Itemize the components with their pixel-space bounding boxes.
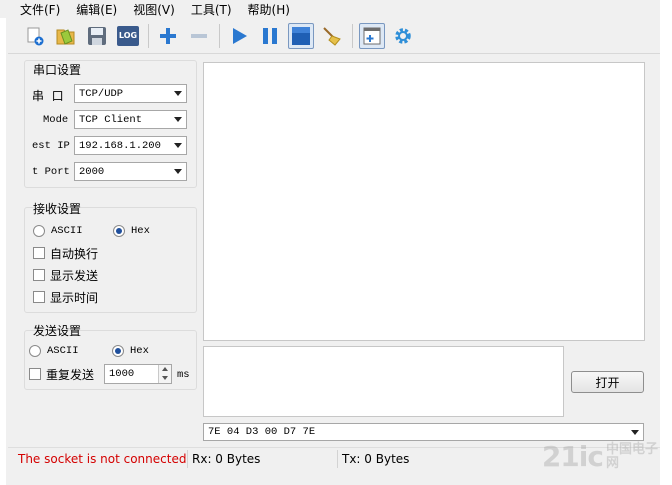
rx-count: Rx: 0 Bytes: [192, 451, 261, 466]
toolbar-separator: [148, 23, 149, 48]
stepper-buttons[interactable]: [158, 365, 171, 383]
ip-label: est IP: [32, 140, 70, 152]
add-icon: [158, 26, 178, 46]
remove-icon: [189, 26, 209, 46]
menu-bar: 文件(F) 编辑(E) 视图(V) 工具(T) 帮助(H): [0, 0, 660, 18]
auto-wrap-checkbox[interactable]: [33, 247, 45, 259]
connection-status-text: The socket is not connected: [18, 451, 187, 466]
log-label: LOG: [118, 31, 138, 40]
add-button[interactable]: [155, 23, 181, 49]
stop-icon: [291, 26, 311, 46]
save-icon: [86, 25, 108, 47]
toolbar: LOG: [8, 18, 660, 54]
interval-value: 1000: [109, 368, 135, 380]
interval-stepper[interactable]: 1000: [104, 364, 172, 384]
show-time-checkbox[interactable]: [33, 291, 45, 303]
ip-select[interactable]: 192.168.1.200: [74, 136, 187, 155]
show-time-label: 显示时间: [50, 291, 99, 305]
pause-button[interactable]: [257, 23, 283, 49]
menu-tools[interactable]: 工具(T): [191, 1, 232, 18]
send-textarea[interactable]: [203, 346, 564, 417]
interval-unit: ms: [177, 369, 190, 381]
background-edge-right: [660, 0, 672, 485]
chevron-down-icon: [174, 117, 182, 122]
ip-value: 192.168.1.200: [79, 139, 161, 152]
open-button[interactable]: 打开: [571, 371, 644, 393]
send-data-select[interactable]: 7E 04 D3 00 D7 7E: [203, 423, 644, 441]
auto-wrap-label: 自动换行: [50, 247, 99, 261]
open-button-label: 打开: [595, 375, 620, 390]
chevron-down-icon: [162, 376, 168, 380]
open-folder-icon: [55, 25, 77, 47]
chevron-up-icon: [162, 367, 168, 371]
status-connection: The socket is not connected: [8, 449, 188, 468]
clear-broom-icon: [321, 25, 343, 47]
pause-icon: [260, 26, 280, 46]
log-button[interactable]: LOG: [115, 23, 141, 49]
receive-ascii-radio[interactable]: [33, 225, 45, 237]
tport-value: 2000: [79, 165, 105, 178]
watermark-text: 21ic: [541, 440, 604, 473]
open-button[interactable]: [53, 23, 79, 49]
play-button[interactable]: [226, 23, 252, 49]
port-select[interactable]: TCP/UDP: [74, 84, 187, 103]
repeat-send-label: 重复发送: [46, 368, 95, 382]
menu-file[interactable]: 文件(F): [20, 1, 60, 18]
new-file-button[interactable]: [22, 23, 48, 49]
receive-hex-label: Hex: [131, 225, 150, 237]
port-value: TCP/UDP: [79, 87, 124, 100]
background-edge-left: [0, 0, 6, 485]
receive-textarea[interactable]: [203, 62, 645, 341]
mode-label: Mode: [43, 114, 69, 126]
watermark-cn: 中国电子网: [606, 441, 659, 471]
serial-settings-title: 串口设置: [33, 63, 82, 77]
remove-button[interactable]: [186, 23, 212, 49]
tport-select[interactable]: 2000: [74, 162, 187, 181]
chevron-down-icon: [174, 91, 182, 96]
toolbar-separator: [219, 23, 220, 48]
play-icon: [229, 26, 249, 46]
tport-label: t Port: [32, 166, 70, 178]
status-rx: Rx: 0 Bytes: [188, 449, 338, 468]
mode-select[interactable]: TCP Client: [74, 110, 187, 129]
save-button[interactable]: [84, 23, 110, 49]
new-file-icon: [25, 26, 45, 46]
send-hex-radio[interactable]: [112, 345, 124, 357]
menu-help[interactable]: 帮助(H): [248, 1, 290, 18]
gear-icon: [392, 25, 414, 47]
show-send-label: 显示发送: [50, 269, 99, 283]
receive-hex-radio[interactable]: [113, 225, 125, 237]
send-hex-label: Hex: [130, 345, 149, 357]
receive-ascii-label: ASCII: [51, 225, 83, 237]
receive-settings-title: 接收设置: [33, 202, 82, 216]
stop-button[interactable]: [288, 22, 314, 49]
chevron-down-icon: [631, 430, 639, 435]
port-label: 串 口: [32, 89, 64, 103]
add-window-button[interactable]: [359, 22, 385, 49]
show-send-checkbox[interactable]: [33, 269, 45, 281]
chevron-down-icon: [174, 143, 182, 148]
settings-button[interactable]: [390, 23, 416, 49]
menu-view[interactable]: 视图(V): [133, 1, 175, 18]
tx-count: Tx: 0 Bytes: [342, 451, 410, 466]
menu-edit[interactable]: 编辑(E): [76, 1, 117, 18]
repeat-send-checkbox[interactable]: [29, 368, 41, 380]
watermark-logo: 21ic 中国电子网: [542, 440, 658, 473]
send-data-value: 7E 04 D3 00 D7 7E: [208, 426, 316, 438]
log-icon: LOG: [117, 25, 139, 46]
send-ascii-label: ASCII: [47, 345, 79, 357]
toolbar-separator: [352, 23, 353, 48]
status-tx: Tx: 0 Bytes: [338, 450, 498, 468]
add-window-icon: [362, 26, 382, 46]
chevron-down-icon: [174, 169, 182, 174]
send-ascii-radio[interactable]: [29, 345, 41, 357]
send-settings-title: 发送设置: [33, 324, 82, 338]
clear-button[interactable]: [319, 23, 345, 49]
mode-value: TCP Client: [79, 113, 143, 126]
